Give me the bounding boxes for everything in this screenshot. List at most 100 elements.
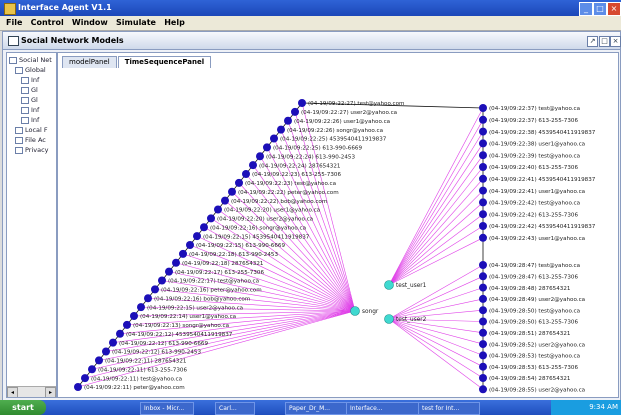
minimize-button[interactable]: _ (579, 2, 593, 16)
event-label: (04-19/09:22:18) 287654321 (182, 261, 264, 267)
event-label: (04-19/09:22:12) 4539540411919837 (126, 332, 233, 338)
tree-item[interactable]: Local F (15, 126, 48, 136)
tree-item[interactable]: Social Net (9, 56, 52, 66)
event-label: (04-19/09:22:15) 4539540411919837 (203, 234, 310, 240)
event-node (165, 267, 173, 276)
user-hub-label: test_user1 (396, 283, 427, 289)
task-item[interactable]: Inbox - Micr... (140, 402, 194, 415)
scroll-left-icon[interactable]: ◂ (7, 387, 18, 397)
close-icon[interactable]: × (610, 36, 621, 47)
event-node (102, 347, 110, 356)
event-node (479, 306, 487, 315)
event-node (130, 312, 138, 320)
event-label: (04-19/09:28:52) user2@yahoo.ca (489, 342, 585, 348)
tree-item-label: Gl (31, 96, 38, 104)
event-node (479, 317, 487, 326)
task-item[interactable]: Paper_Dr_M... (285, 402, 351, 415)
menu-control[interactable]: Control (31, 16, 64, 30)
menu-window[interactable]: Window (72, 16, 108, 30)
node-layer: (04-19/09:22:27) test@yahoo.com (04-19/09… (74, 99, 596, 394)
event-label: (04-19/09:22:43) user1@yahoo.ca (489, 236, 585, 242)
menu-help[interactable]: Help (164, 16, 185, 30)
event-label: (04-19/09:28:47) test@yahoo.ca (489, 263, 580, 269)
task-item[interactable]: Carl... (215, 402, 255, 415)
event-label: (04-19/09:22:39) test@yahoo.ca (489, 153, 580, 159)
tree-item[interactable]: Inf (21, 116, 39, 126)
tree-item[interactable]: Gl (21, 96, 38, 106)
edge (388, 107, 484, 286)
user-hub-label: songr (362, 309, 379, 315)
event-label: (04-19/09:28:51) 287654321 (489, 331, 571, 337)
event-node (479, 340, 487, 349)
edge (388, 166, 484, 286)
social-network-window: Social Network Models ↗ □ × Social Net Gl… (2, 31, 621, 401)
event-label: (04-19/09:28:54) 287654321 (489, 376, 571, 382)
event-label: (04-19/09:28:47) 613-255-7306 (489, 275, 578, 281)
event-label: (04-19/09:22:37) test@yahoo.ca (489, 106, 580, 112)
event-node (95, 356, 103, 365)
tree-item[interactable]: Inf (21, 106, 39, 116)
task-item[interactable]: Interface... (346, 402, 422, 415)
tree-item-label: Privacy (25, 146, 49, 154)
event-label: (04-19/09:22:23) 613-255-7306 (252, 172, 341, 178)
menu-simulate[interactable]: Simulate (116, 16, 156, 30)
event-label: (04-19/09:22:16) bob@yahoo.com (154, 296, 250, 302)
event-node (479, 283, 487, 292)
folder-icon (15, 136, 23, 144)
event-node (193, 232, 201, 241)
tree-item[interactable]: Privacy (15, 146, 49, 156)
event-label: (04-19/09:22:41) user1@yahoo.ca (489, 189, 585, 195)
tree-item[interactable]: File Ac (15, 136, 46, 146)
event-node (74, 383, 82, 391)
tree-item[interactable]: Inf (21, 76, 39, 86)
folder-icon (21, 96, 29, 104)
edge (388, 202, 484, 286)
folder-icon (15, 146, 23, 154)
user-hub-node (384, 314, 394, 324)
event-node (479, 127, 487, 136)
maximize-button[interactable]: □ (593, 2, 607, 16)
event-label: (04-19/09:22:42) 613-255-7306 (489, 212, 578, 218)
event-node (88, 365, 96, 374)
event-node (479, 385, 487, 394)
event-node (479, 104, 487, 112)
event-label: (04-19/09:22:24) 613-990-2453 (266, 154, 355, 160)
tree-item[interactable]: Gl (21, 86, 38, 96)
event-label: (04-19/09:22:26) songr@yahoo.ca (287, 128, 383, 134)
horizontal-scrollbar[interactable]: ◂ ▸ (7, 386, 56, 397)
event-node (116, 329, 124, 338)
event-label: (04-19/09:22:40) 613-255-7306 (489, 165, 578, 171)
event-node (235, 178, 243, 187)
event-node (284, 116, 292, 125)
scroll-right-icon[interactable]: ▸ (45, 387, 56, 397)
event-node (479, 151, 487, 160)
menu-bar: File Control Window Simulate Help (0, 16, 621, 31)
event-label: (04-19/09:22:20) user2@yahoo.ca (217, 217, 313, 223)
event-label: (04-19/09:22:20) user1@yahoo.ca (224, 208, 320, 214)
event-label: (04-19/09:22:16) songr@yahoo.ca (210, 225, 306, 231)
system-tray-clock: 9:34 AM (551, 400, 621, 415)
event-node (123, 320, 131, 329)
menu-file[interactable]: File (6, 16, 22, 30)
maximize-icon[interactable]: □ (599, 36, 610, 47)
event-node (479, 351, 487, 360)
user-hub-label: test_user2 (396, 317, 427, 323)
event-node (151, 285, 159, 294)
event-label: (04-19/09:22:15) 613-990-6669 (196, 243, 285, 249)
event-label: (04-19/09:22:18) 613-990-2453 (189, 252, 278, 258)
event-label: (04-19/09:28:53) test@yahoo.ca (489, 354, 580, 360)
event-label: (04-19/09:22:41) 4539540411919837 (489, 177, 596, 183)
event-node (277, 125, 285, 134)
task-item[interactable]: test for Int... (418, 402, 480, 415)
folder-icon (9, 56, 17, 64)
tree-item[interactable]: Global (15, 66, 46, 76)
folder-icon (15, 66, 23, 74)
event-node (479, 174, 487, 183)
close-button[interactable]: × (607, 2, 621, 16)
tree-item-label: Inf (31, 76, 40, 84)
event-label: (04-19/09:22:17) test@yahoo.ca (168, 279, 259, 285)
start-button[interactable]: start (0, 400, 46, 415)
tree-item-label: Inf (31, 116, 40, 124)
inner-title-bar: Social Network Models ↗ □ × (3, 32, 621, 50)
restore-icon[interactable]: ↗ (587, 36, 598, 47)
